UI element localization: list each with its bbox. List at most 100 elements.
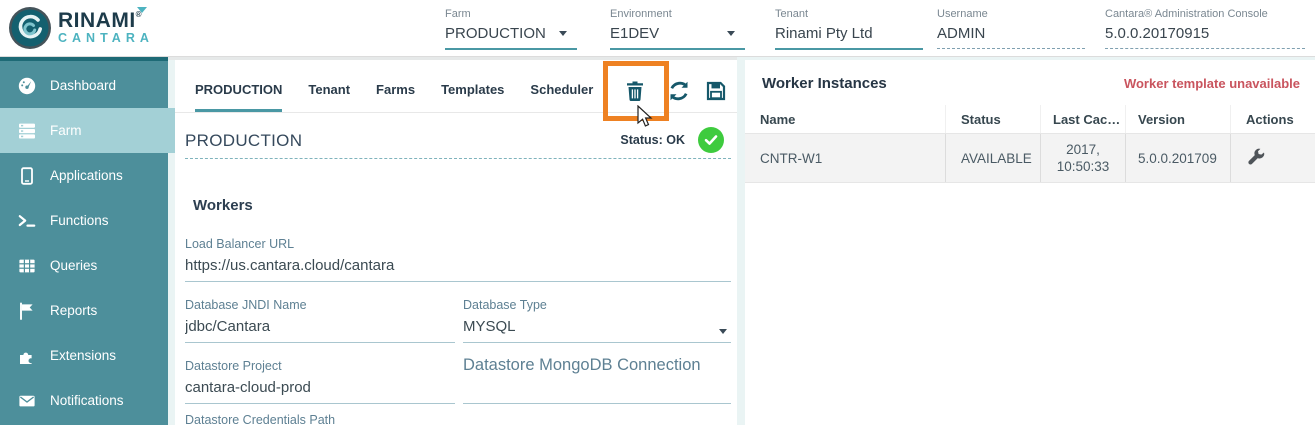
datastore-credentials-path-field[interactable]: Datastore Credentials Path: [185, 412, 455, 425]
worker-template-warning: Worker template unavailable: [1124, 76, 1300, 91]
brand-chevron-icon: [137, 7, 147, 13]
queries-table-icon: [17, 256, 37, 276]
sidebar-item-label: Extensions: [50, 348, 116, 363]
table-header-row: Name Status Last Cac… Version Actions: [745, 105, 1315, 133]
sidebar-item-label: Functions: [50, 213, 109, 228]
table-row: CNTR-W1 AVAILABLE 2017,10:50:33 5.0.0.20…: [745, 133, 1315, 183]
worker-name-cell: CNTR-W1: [745, 134, 945, 182]
sidebar-item-functions[interactable]: Functions: [0, 198, 168, 243]
sidebar-item-label: Notifications: [50, 393, 124, 408]
worker-instances-panel: Worker Instances Worker template unavail…: [745, 60, 1315, 425]
tenant-field-value: Rinami Pty Ltd: [775, 24, 923, 50]
field-label: Database JNDI Name: [185, 297, 455, 313]
field-value: cantara-cloud-prod: [185, 377, 455, 399]
worker-last-cached-cell: 2017,10:50:33: [1040, 134, 1125, 182]
dropdown-caret-icon: [559, 31, 567, 36]
farm-tabs: PRODUCTION Tenant Farms Templates Schedu…: [195, 82, 593, 97]
brand-product: CANTARA: [58, 31, 154, 46]
save-button[interactable]: [704, 79, 728, 103]
refresh-icon: [667, 79, 691, 103]
console-version-value: 5.0.0.20170915: [1105, 24, 1305, 49]
wrench-icon[interactable]: [1246, 148, 1266, 168]
username-field: Username ADMIN: [937, 8, 1085, 48]
status-label: Status: OK: [620, 133, 685, 147]
username-field-value: ADMIN: [937, 24, 1085, 49]
functions-terminal-icon: [17, 211, 37, 231]
farm-select[interactable]: Farm PRODUCTION: [445, 8, 577, 48]
sidebar-item-label: Reports: [50, 303, 97, 318]
datastore-project-field[interactable]: Datastore Project cantara-cloud-prod: [185, 358, 455, 404]
brand-text: RINAMI® CANTARA: [58, 10, 154, 46]
rinami-logo-icon: [8, 6, 52, 50]
farm-select-value: PRODUCTION: [445, 24, 577, 50]
column-header-last-cached: Last Cac…: [1040, 105, 1125, 133]
tab-templates[interactable]: Templates: [441, 82, 504, 97]
sidebar-item-label: Applications: [50, 168, 123, 183]
load-balancer-url-field[interactable]: Load Balancer URL https://us.cantara.clo…: [185, 236, 731, 282]
sidebar-item-reports[interactable]: Reports: [0, 288, 168, 333]
sidebar-item-dashboard[interactable]: Dashboard: [0, 63, 168, 108]
app-header: RINAMI® CANTARA Farm PRODUCTION Environm…: [0, 0, 1315, 57]
username-field-label: Username: [937, 8, 1085, 20]
applications-tablet-icon: [17, 166, 37, 186]
tab-production[interactable]: PRODUCTION: [195, 82, 282, 97]
environment-select-value: E1DEV: [610, 24, 745, 50]
brand-name: RINAMI®: [58, 10, 154, 31]
field-value: MYSQL: [463, 316, 731, 338]
field-label: Datastore Project: [185, 358, 455, 374]
column-header-version: Version: [1125, 105, 1230, 133]
column-header-name: Name: [745, 105, 945, 133]
console-version-field: Cantara® Administration Console 5.0.0.20…: [1105, 8, 1305, 48]
console-version-label: Cantara® Administration Console: [1105, 8, 1305, 20]
farm-select-label: Farm: [445, 8, 577, 20]
dashboard-gauge-icon: [17, 76, 37, 96]
tab-divider: [175, 112, 737, 113]
check-icon: [700, 129, 722, 151]
notifications-envelope-icon: [17, 391, 37, 411]
sidebar-item-queries[interactable]: Queries: [0, 243, 168, 288]
database-type-select[interactable]: Database Type MYSQL: [463, 297, 731, 343]
dropdown-caret-icon: [727, 31, 735, 36]
field-label: Database Type: [463, 297, 731, 313]
heading-divider: [185, 158, 731, 159]
field-label: Datastore Credentials Path: [185, 412, 455, 425]
datastore-mongodb-connection-field[interactable]: Datastore MongoDB Connection: [463, 355, 731, 404]
column-header-actions: Actions: [1230, 105, 1315, 133]
farm-detail-panel: PRODUCTION Tenant Farms Templates Schedu…: [175, 60, 737, 425]
trash-icon: [623, 79, 647, 103]
field-value: https://us.cantara.cloud/cantara: [185, 255, 731, 277]
status-ok-badge: [698, 127, 724, 153]
environment-select[interactable]: Environment E1DEV: [610, 8, 745, 48]
column-header-status: Status: [945, 105, 1040, 133]
worker-instances-title: Worker Instances: [762, 75, 887, 92]
sidebar-item-extensions[interactable]: Extensions: [0, 333, 168, 378]
database-jndi-name-field[interactable]: Database JNDI Name jdbc/Cantara: [185, 297, 455, 343]
tab-farms[interactable]: Farms: [376, 82, 415, 97]
farm-name-heading: PRODUCTION: [185, 131, 302, 151]
brand-logo: RINAMI® CANTARA: [8, 6, 154, 50]
save-icon: [704, 79, 728, 103]
workers-section-title: Workers: [193, 197, 253, 214]
sidebar-item-label: Queries: [50, 258, 97, 273]
refresh-button[interactable]: [667, 79, 691, 103]
dropdown-caret-icon: [719, 329, 727, 334]
tenant-field-label: Tenant: [775, 8, 923, 20]
worker-version-cell: 5.0.0.201709: [1125, 134, 1230, 182]
field-value: jdbc/Cantara: [185, 316, 455, 338]
tab-tenant[interactable]: Tenant: [308, 82, 350, 97]
sidebar-item-farm[interactable]: Farm: [0, 108, 175, 153]
reports-flag-icon: [17, 301, 37, 321]
delete-farm-button[interactable]: [623, 79, 647, 103]
worker-instances-table: Name Status Last Cac… Version Actions CN…: [745, 105, 1315, 183]
sidebar-nav: Dashboard Farm Applications Functions: [0, 57, 168, 425]
worker-actions-cell[interactable]: [1230, 134, 1315, 182]
extensions-puzzle-icon: [17, 346, 37, 366]
sidebar-item-notifications[interactable]: Notifications: [0, 378, 168, 423]
sidebar-item-applications[interactable]: Applications: [0, 153, 168, 198]
field-label: Load Balancer URL: [185, 236, 731, 252]
environment-select-label: Environment: [610, 8, 745, 20]
tenant-field[interactable]: Tenant Rinami Pty Ltd: [775, 8, 923, 48]
farm-servers-icon: [17, 121, 37, 141]
tab-scheduler[interactable]: Scheduler: [530, 82, 593, 97]
sidebar-item-label: Farm: [50, 123, 82, 138]
